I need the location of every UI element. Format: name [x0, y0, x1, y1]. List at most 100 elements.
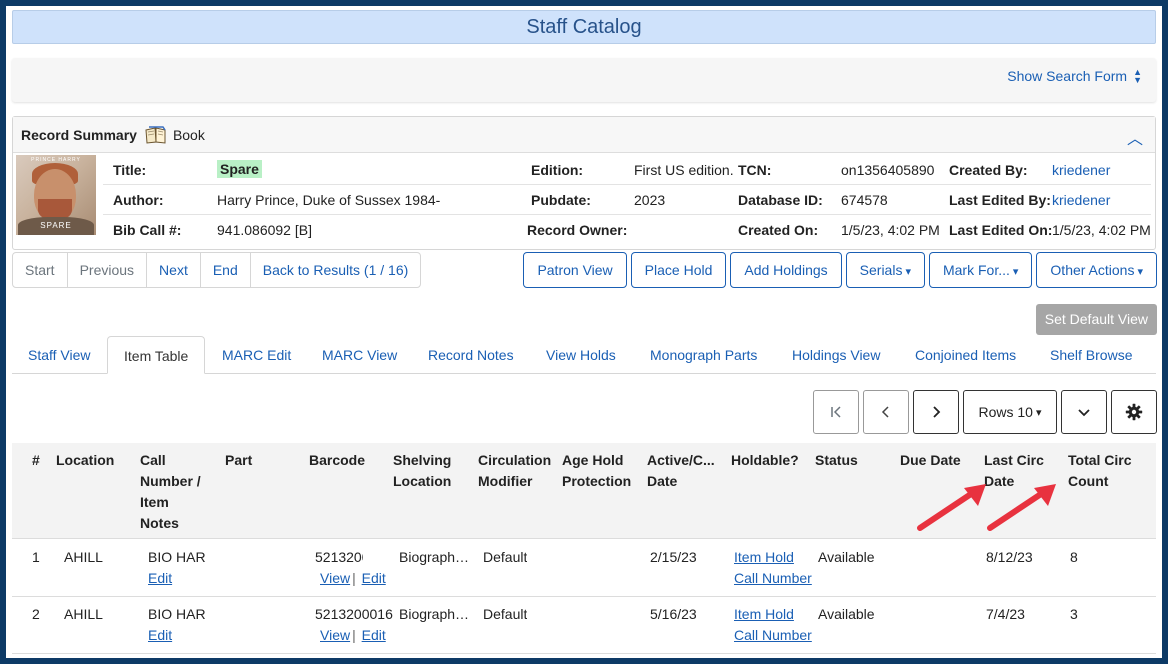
tab-record-notes[interactable]: Record Notes [428, 336, 514, 374]
row-number: 1 [32, 549, 40, 565]
other-actions-label: Other Actions [1050, 262, 1135, 278]
last-edited-on-label: Last Edited On: [949, 222, 1053, 238]
row-shelving-location: Biographies [399, 549, 471, 565]
record-tabs: Staff View Item Table MARC Edit MARC Vie… [12, 336, 1156, 374]
col-header-barcode[interactable]: Barcode [309, 450, 365, 471]
app-frame: Staff Catalog Show Search Form ▲ ▼ Record… [6, 6, 1162, 658]
annotation-arrow-total-circ-icon [987, 484, 1056, 531]
col-header-holdable[interactable]: Holdable? [731, 450, 799, 471]
created-by-link[interactable]: kriedener [1052, 162, 1110, 178]
tab-monograph-parts[interactable]: Monograph Parts [650, 336, 757, 374]
col-header-location[interactable]: Location [56, 450, 114, 471]
pager-previous-button[interactable]: Previous [68, 253, 148, 287]
col-header-active-date[interactable]: Active/C... Date [647, 450, 721, 492]
rows-per-page-dropdown[interactable]: Rows 10 [963, 390, 1057, 434]
show-search-form-button[interactable]: Show Search Form ▲ ▼ [1007, 68, 1142, 85]
record-summary-header: Record Summary Book ︿ [13, 117, 1155, 153]
tab-item-table[interactable]: Item Table [107, 336, 206, 374]
next-page-icon[interactable] [913, 390, 959, 434]
add-holdings-button[interactable]: Add Holdings [730, 252, 842, 288]
first-page-icon[interactable] [813, 390, 859, 434]
created-by-label: Created By: [949, 162, 1028, 178]
next-page-glyph [933, 406, 941, 418]
pager-next-button[interactable]: Next [147, 253, 201, 287]
col-header-circ-modifier[interactable]: Circulation Modifier [478, 450, 556, 492]
show-search-form-label: Show Search Form [1007, 68, 1128, 84]
col-header-shelving-location[interactable]: Shelving Location [393, 450, 467, 492]
edition-label: Edition: [531, 162, 584, 178]
row-call-edit-link[interactable]: Edit [148, 627, 172, 643]
row-view-link[interactable]: View [320, 570, 350, 586]
tab-marc-view[interactable]: MARC View [322, 336, 397, 374]
rows-per-page-label: Rows 10 [978, 404, 1033, 420]
row-edit-link[interactable]: Edit [362, 627, 386, 643]
bib-call-label: Bib Call #: [113, 222, 182, 238]
last-edited-by-link[interactable]: kriedener [1052, 192, 1110, 208]
row-call-number-hold-link[interactable]: Call Number [734, 627, 812, 643]
col-header-num[interactable]: # [32, 450, 40, 471]
prev-page-icon[interactable] [863, 390, 909, 434]
author-value: Harry Prince, Duke of Sussex 1984- [217, 192, 441, 208]
grid-toolbar: Rows 10 [813, 390, 1157, 434]
row-view-link[interactable]: View [320, 627, 350, 643]
other-actions-dropdown[interactable]: Other Actions [1036, 252, 1157, 288]
tab-marc-edit[interactable]: MARC Edit [222, 336, 291, 374]
row-call-edit-link[interactable]: Edit [148, 570, 172, 586]
place-hold-button[interactable]: Place Hold [630, 252, 727, 288]
row-active-date: 5/16/23 [650, 606, 697, 622]
record-summary-panel: Record Summary Book ︿ PRINCE HARRY SPARE… [12, 116, 1156, 250]
tab-staff-view[interactable]: Staff View [28, 336, 91, 374]
book-cover-image: PRINCE HARRY SPARE [16, 155, 96, 235]
mark-for-label: Mark For... [942, 262, 1010, 278]
serials-label: Serials [859, 262, 903, 278]
last-edited-on-value: 1/5/23, 4:02 PM [1052, 222, 1151, 238]
page-title: Staff Catalog [12, 10, 1156, 44]
chevron-up-icon[interactable]: ︿ [1127, 125, 1143, 149]
author-label: Author: [113, 192, 164, 208]
record-summary-heading: Record Summary [21, 126, 137, 143]
row-edit-link[interactable]: Edit [362, 570, 386, 586]
patron-view-button[interactable]: Patron View [523, 252, 627, 288]
col-header-status[interactable]: Status [815, 450, 858, 471]
row-barcode-links: View | Edit [320, 627, 386, 643]
col-header-due-date[interactable]: Due Date [900, 450, 961, 471]
database-id-value: 674578 [841, 192, 888, 208]
row-call-number-hold-link[interactable]: Call Number [734, 570, 812, 586]
chevron-down-icon [1078, 409, 1090, 417]
tab-holdings-view[interactable]: Holdings View [792, 336, 880, 374]
col-header-age-hold[interactable]: Age Hold Protection [562, 450, 640, 492]
pubdate-value: 2023 [634, 192, 666, 208]
record-format: Book [172, 126, 205, 143]
mark-for-dropdown[interactable]: Mark For... [928, 252, 1033, 288]
created-on-label: Created On: [738, 222, 819, 238]
database-id-label: Database ID: [738, 192, 823, 208]
back-to-results-button[interactable]: Back to Results (1 / 16) [251, 253, 421, 287]
row-item-hold-link[interactable]: Item Hold [734, 549, 794, 565]
col-header-total-circ-count[interactable]: Total Circ Count [1068, 450, 1138, 492]
row-call-number: BIO HAR [148, 549, 206, 565]
row-total-circ-count: 8 [1070, 549, 1078, 565]
tcn-value: on1356405890 [841, 162, 935, 178]
tab-shelf-browse[interactable]: Shelf Browse [1050, 336, 1132, 374]
summary-row-1: Title: Spare Edition: First US edition. … [103, 155, 1151, 185]
col-header-call-number[interactable]: Call Number / Item Notes [140, 450, 210, 534]
serials-dropdown[interactable]: Serials [845, 252, 925, 288]
row-status: Available [818, 606, 875, 622]
grid-settings-button[interactable] [1111, 390, 1157, 434]
created-on-value: 1/5/23, 4:02 PM [841, 222, 940, 238]
pager-start-button[interactable]: Start [13, 253, 68, 287]
row-barcode-links: View | Edit [320, 570, 386, 586]
col-header-part[interactable]: Part [225, 450, 252, 471]
title-value: Spare [217, 160, 262, 178]
pager-end-button[interactable]: End [201, 253, 251, 287]
row-barcode: 5213200016 [315, 606, 393, 622]
tab-conjoined-items[interactable]: Conjoined Items [915, 336, 1016, 374]
tab-view-holds[interactable]: View Holds [546, 336, 616, 374]
column-menu-button[interactable] [1061, 390, 1107, 434]
row-item-hold-link[interactable]: Item Hold [734, 606, 794, 622]
record-owner-label: Record Owner: [527, 222, 628, 238]
book-icon [145, 125, 166, 144]
row-active-date: 2/15/23 [650, 549, 697, 565]
set-default-view-button[interactable]: Set Default View [1035, 304, 1157, 335]
row-circ-modifier: Default [483, 606, 528, 622]
